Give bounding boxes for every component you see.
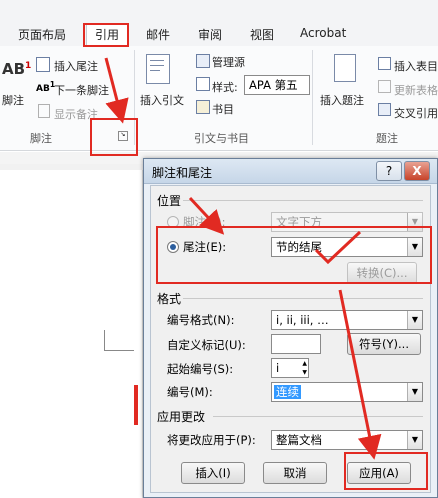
arrow-to-apply	[338, 289, 382, 460]
arrow-to-endnote	[188, 196, 225, 235]
checkmark-icon	[314, 230, 362, 265]
arrow-to-launcher	[104, 57, 129, 124]
annotation-arrows	[104, 57, 382, 460]
